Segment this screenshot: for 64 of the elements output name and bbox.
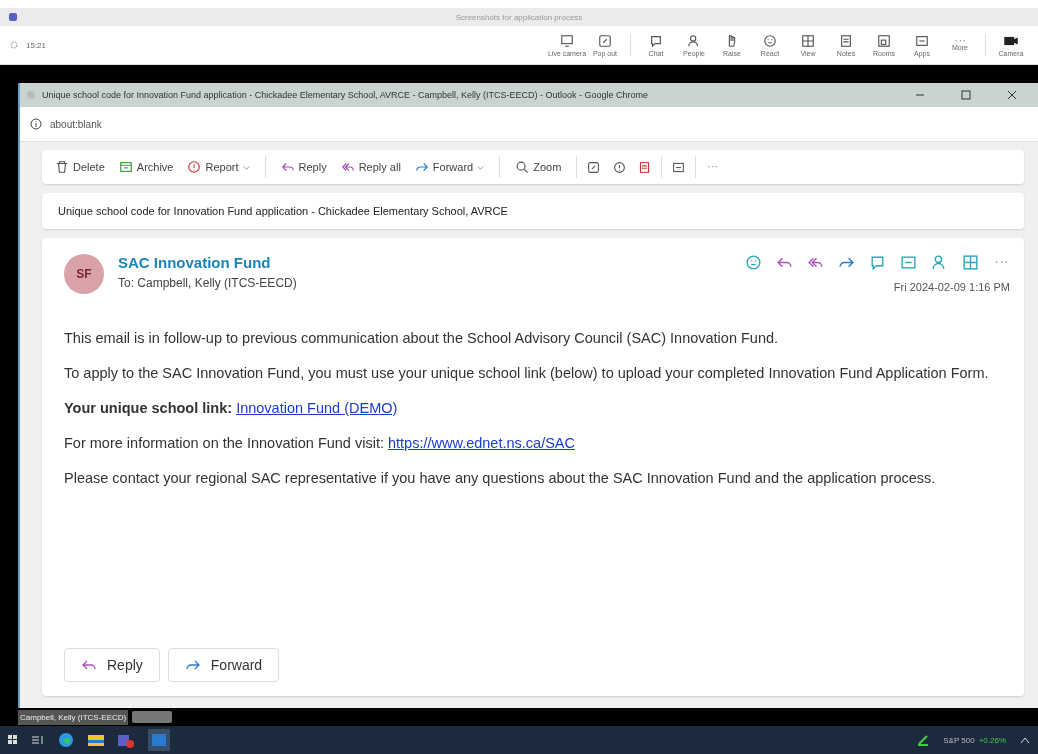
sender-name[interactable]: SAC Innovation Fund <box>118 254 731 271</box>
browser-icon[interactable] <box>58 732 74 748</box>
caret-icon <box>477 163 485 171</box>
reply-all-icon <box>340 160 355 174</box>
caret-icon[interactable] <box>1020 736 1030 744</box>
footer-button[interactable]: Forward <box>167 648 280 682</box>
body-paragraph: For more information on the Innovation Fund visit: https://www.ednet.ns.ca/SAC <box>64 434 576 454</box>
zoom-control[interactable] <box>132 711 173 723</box>
meeting-timer: 15:21 <box>26 40 47 50</box>
toolbar-button[interactable]: Delete <box>50 156 110 178</box>
popout-icon <box>598 33 612 48</box>
info-icon <box>30 118 42 130</box>
archive-icon <box>118 160 133 174</box>
footer-button[interactable]: Reply <box>64 648 160 682</box>
maximize-icon <box>961 90 971 100</box>
smiley-icon <box>745 254 762 271</box>
loading-icon <box>10 41 18 49</box>
zoom-icon <box>515 160 530 174</box>
more-icon <box>706 165 720 169</box>
toolbar-button[interactable]: Reply <box>275 156 332 178</box>
recipient: To: Campbell, Kelly (ITCS-EECD) <box>118 276 298 290</box>
team-app-icon[interactable] <box>118 732 134 748</box>
sent-date: Fri 2024-02-09 1:16 PM <box>893 281 1010 293</box>
app-logo-icon <box>8 12 18 22</box>
ticker-name: S&P 500 <box>943 735 975 745</box>
trash-icon <box>55 160 69 174</box>
body-paragraph: To apply to the SAC Innovation Fund, you must use your unique school link (below) to upload your completed Innovation Fund Application Form. <box>64 364 990 383</box>
sender-avatar: SF <box>64 254 104 294</box>
warning-icon <box>187 160 202 174</box>
chart-icon <box>917 734 930 746</box>
smiley-icon <box>763 33 777 48</box>
monitor-icon <box>560 33 574 48</box>
reply-icon <box>280 160 295 174</box>
folder-icon[interactable] <box>88 733 104 747</box>
rooms-icon <box>877 33 891 48</box>
caret-icon <box>242 163 250 171</box>
participant-name: Campbell, Kelly (ITCS-EECD) <box>18 709 129 725</box>
forward-icon <box>414 160 429 174</box>
more-icon <box>993 260 1010 265</box>
meeting-title: Screenshots for application process <box>454 12 584 22</box>
notes-icon <box>839 33 853 48</box>
address-bar[interactable]: about:blank <box>50 118 102 130</box>
body-link[interactable]: https://www.ednet.ns.ca/SAC <box>388 435 575 452</box>
toolbar-button[interactable]: Archive <box>113 156 179 178</box>
task-view-icon[interactable] <box>32 735 44 745</box>
page-icon <box>26 90 36 100</box>
ticker-change: +0.26% <box>978 735 1006 745</box>
grid-icon <box>962 254 979 271</box>
body-paragraph: This email is in follow-up to previous communication about the School Advisory Council (SAC) Innovation Fund. <box>64 329 780 348</box>
toolbar-button[interactable]: Report <box>182 156 255 178</box>
people-icon <box>687 33 701 48</box>
grid-icon <box>801 33 815 48</box>
toolbar-button[interactable]: Reply all <box>335 156 406 178</box>
email-subject: Unique school code for Innovation Fund application - Chickadee Elementary School, AVRCE <box>42 193 1024 229</box>
body-paragraph: Your unique school link: Innovation Fund (DEMO) <box>64 399 399 419</box>
body-paragraph: Please contact your regional SAC representative if you have any questions about the SAC Innovation Fund and the application process. <box>64 469 937 489</box>
window-title: Unique school code for Innovation Fund application - Chickadee Elementary School, AVRCE - Campbell, Kelly (ITCS-EECD) - Outlook - Google Chrome <box>42 90 650 100</box>
chat-icon <box>649 33 663 48</box>
body-link[interactable]: Innovation Fund (DEMO) <box>236 400 398 417</box>
apps-icon <box>915 33 929 48</box>
start-icon[interactable] <box>8 735 18 745</box>
toolbar-button[interactable]: Forward <box>409 156 490 178</box>
toolbar-button[interactable]: Zoom <box>510 156 567 178</box>
close-icon <box>1007 90 1017 100</box>
